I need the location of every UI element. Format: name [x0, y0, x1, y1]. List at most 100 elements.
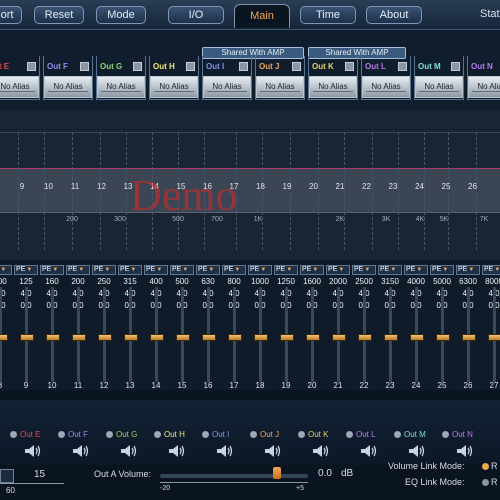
channel-checkbox[interactable] — [292, 62, 301, 71]
gain-slider-handle[interactable] — [436, 334, 450, 341]
gain-slider-handle[interactable] — [98, 334, 112, 341]
filter-type-dropdown[interactable]: PE — [92, 265, 116, 275]
alias-button[interactable]: No Alias — [362, 76, 410, 98]
gain-slider-handle[interactable] — [46, 334, 60, 341]
band-frequency[interactable]: 400 — [144, 277, 168, 286]
band-frequency[interactable]: 1250 — [274, 277, 298, 286]
channel-checkbox[interactable] — [133, 62, 142, 71]
band-frequency[interactable]: 3150 — [378, 277, 402, 286]
output-select-option[interactable]: Out K — [298, 430, 328, 439]
alias-button[interactable]: No Alias — [0, 76, 39, 98]
speaker-icon[interactable] — [24, 444, 42, 458]
alias-button[interactable]: No Alias — [150, 76, 198, 98]
gain-slider-handle[interactable] — [0, 334, 8, 341]
speaker-icon[interactable] — [120, 444, 138, 458]
filter-type-dropdown[interactable]: PE — [14, 265, 38, 275]
band-frequency[interactable]: 5000 — [430, 277, 454, 286]
alias-button[interactable]: No Alias — [309, 76, 357, 98]
channel-checkbox[interactable] — [451, 62, 460, 71]
volume-slider-track[interactable] — [160, 474, 308, 478]
filter-type-dropdown[interactable]: PE — [170, 265, 194, 275]
band-frequency[interactable]: 2000 — [326, 277, 350, 286]
band-frequency[interactable]: 8000 — [482, 277, 500, 286]
filter-type-dropdown[interactable]: PE — [430, 265, 454, 275]
channel-checkbox[interactable] — [80, 62, 89, 71]
filter-type-dropdown[interactable]: PE — [0, 265, 12, 275]
gain-slider-handle[interactable] — [176, 334, 190, 341]
speaker-icon[interactable] — [72, 444, 90, 458]
filter-type-dropdown[interactable]: PE — [222, 265, 246, 275]
alias-button[interactable]: No Alias — [97, 76, 145, 98]
gain-slider-handle[interactable] — [124, 334, 138, 341]
filter-type-dropdown[interactable]: PE — [66, 265, 90, 275]
gain-slider-handle[interactable] — [202, 334, 216, 341]
volume-slider-handle[interactable] — [273, 467, 281, 479]
eq-response-graph[interactable]: 9 10 11 12 13 14 15 16 17 18 19 20 21 22 23 24 25 26 200 3… — [0, 110, 500, 260]
channel-checkbox[interactable] — [345, 62, 354, 71]
reset-button[interactable]: Reset — [34, 6, 84, 24]
band-frequency[interactable]: 800 — [222, 277, 246, 286]
output-select-option[interactable]: Out L — [346, 430, 376, 439]
speaker-icon[interactable] — [216, 444, 234, 458]
speaker-icon[interactable] — [168, 444, 186, 458]
alias-button[interactable]: No Alias — [256, 76, 304, 98]
output-select-option[interactable]: Out H — [154, 430, 185, 439]
left-value-box[interactable] — [0, 469, 14, 483]
gain-slider-handle[interactable] — [72, 334, 86, 341]
speaker-icon[interactable] — [264, 444, 282, 458]
band-frequency[interactable]: 1600 — [300, 277, 324, 286]
gain-slider-handle[interactable] — [358, 334, 372, 341]
channel-checkbox[interactable] — [398, 62, 407, 71]
gain-slider-handle[interactable] — [488, 334, 500, 341]
gain-slider-handle[interactable] — [254, 334, 268, 341]
filter-type-dropdown[interactable]: PE — [456, 265, 480, 275]
volume-link-option[interactable]: R — [482, 461, 498, 471]
filter-type-dropdown[interactable]: PE — [196, 265, 220, 275]
output-select-option[interactable]: Out F — [58, 430, 88, 439]
band-frequency[interactable]: 6300 — [456, 277, 480, 286]
output-select-option[interactable]: Out M — [394, 430, 426, 439]
band-frequency[interactable]: 250 — [92, 277, 116, 286]
mode-button[interactable]: Mode — [96, 6, 146, 24]
alias-button[interactable]: No Alias — [203, 76, 251, 98]
gain-slider-handle[interactable] — [150, 334, 164, 341]
filter-type-dropdown[interactable]: PE — [40, 265, 64, 275]
filter-type-dropdown[interactable]: PE — [300, 265, 324, 275]
filter-type-dropdown[interactable]: PE — [118, 265, 142, 275]
band-frequency[interactable]: 630 — [196, 277, 220, 286]
band-gain[interactable]: 0.0 — [482, 301, 500, 310]
gain-slider-handle[interactable] — [384, 334, 398, 341]
alias-button[interactable]: No Alias — [468, 76, 500, 98]
gain-slider-handle[interactable] — [228, 334, 242, 341]
output-select-option[interactable]: Out G — [106, 430, 137, 439]
tab-time[interactable]: Time — [300, 6, 356, 24]
band-frequency[interactable]: 2500 — [352, 277, 376, 286]
tab-about[interactable]: About — [366, 6, 422, 24]
band-q[interactable]: 4.0 — [482, 289, 500, 298]
gain-slider-handle[interactable] — [306, 334, 320, 341]
gain-slider-handle[interactable] — [332, 334, 346, 341]
gain-slider-handle[interactable] — [410, 334, 424, 341]
filter-type-dropdown[interactable]: PE — [144, 265, 168, 275]
channel-checkbox[interactable] — [27, 62, 36, 71]
gain-slider-handle[interactable] — [462, 334, 476, 341]
speaker-icon[interactable] — [312, 444, 330, 458]
gain-slider-handle[interactable] — [280, 334, 294, 341]
filter-type-dropdown[interactable]: PE — [248, 265, 272, 275]
channel-checkbox[interactable] — [186, 62, 195, 71]
band-frequency[interactable]: 1000 — [248, 277, 272, 286]
band-frequency[interactable]: 200 — [66, 277, 90, 286]
filter-type-dropdown[interactable]: PE — [352, 265, 376, 275]
channel-checkbox[interactable] — [239, 62, 248, 71]
alias-button[interactable]: No Alias — [415, 76, 463, 98]
speaker-icon[interactable] — [456, 444, 474, 458]
gain-slider-handle[interactable] — [20, 334, 34, 341]
speaker-icon[interactable] — [408, 444, 426, 458]
band-frequency[interactable]: 160 — [40, 277, 64, 286]
band-frequency[interactable]: 315 — [118, 277, 142, 286]
band-frequency[interactable]: 100 — [0, 277, 12, 286]
filter-type-dropdown[interactable]: PE — [404, 265, 428, 275]
band-frequency[interactable]: 4000 — [404, 277, 428, 286]
tab-main[interactable]: Main — [234, 4, 290, 28]
filter-type-dropdown[interactable]: PE — [482, 265, 500, 275]
